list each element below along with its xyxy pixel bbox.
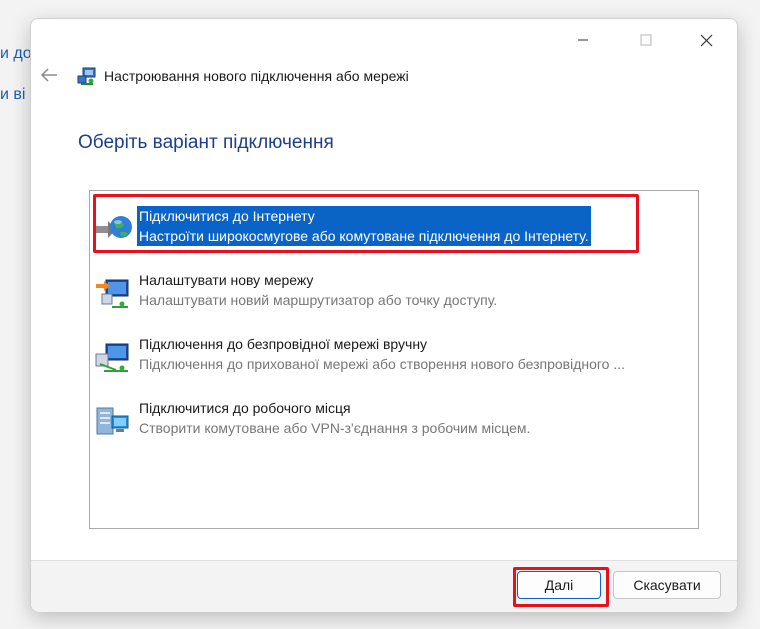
window-title: Настроювання нового підключення або мере… — [104, 68, 409, 84]
minimize-icon — [578, 39, 588, 41]
option-title: Підключитися до Інтернету — [139, 208, 315, 224]
option-description: Настроїти широкосмугове або комутоване п… — [139, 228, 589, 244]
option-title: Підключення до безпровідної мережі вручн… — [139, 336, 428, 352]
option-manual-wireless[interactable]: Підключення до безпровідної мережі вручн… — [94, 334, 654, 380]
back-button[interactable] — [39, 65, 59, 90]
page-heading: Оберіть варіант підключення — [78, 132, 334, 153]
back-arrow-icon — [40, 68, 57, 82]
option-description: Підключення до прихованої мережі або ств… — [139, 356, 626, 372]
close-icon — [700, 34, 712, 46]
option-description: Налаштувати новий маршрутизатор або точк… — [139, 292, 498, 308]
option-new-network[interactable]: Налаштувати нову мережу Налаштувати нови… — [94, 270, 654, 316]
option-description: Створити комутоване або VPN-з'єднання з … — [139, 420, 531, 436]
new-network-icon — [94, 276, 132, 310]
cancel-button[interactable]: Скасувати — [613, 571, 721, 599]
background-link-fragment-1[interactable]: и до — [0, 45, 32, 63]
network-setup-icon — [77, 66, 97, 91]
minimize-button[interactable] — [566, 27, 600, 53]
workplace-icon — [94, 404, 132, 438]
internet-globe-icon — [94, 212, 132, 246]
background-link-fragment-2[interactable]: и ві — [0, 86, 25, 104]
option-title: Налаштувати нову мережу — [139, 272, 314, 288]
close-button[interactable] — [689, 27, 723, 53]
option-workplace[interactable]: Підключитися до робочого місця Створити … — [94, 398, 654, 444]
connection-options-list: Підключитися до Інтернету Настроїти широ… — [89, 190, 699, 529]
next-button[interactable]: Далі — [517, 571, 601, 599]
setup-connection-window: Настроювання нового підключення або мере… — [30, 18, 738, 612]
maximize-icon — [640, 34, 652, 46]
option-title: Підключитися до робочого місця — [139, 400, 351, 416]
wireless-network-icon — [94, 340, 132, 374]
maximize-button[interactable] — [629, 27, 663, 53]
option-connect-internet[interactable]: Підключитися до Інтернету Настроїти широ… — [93, 194, 654, 253]
